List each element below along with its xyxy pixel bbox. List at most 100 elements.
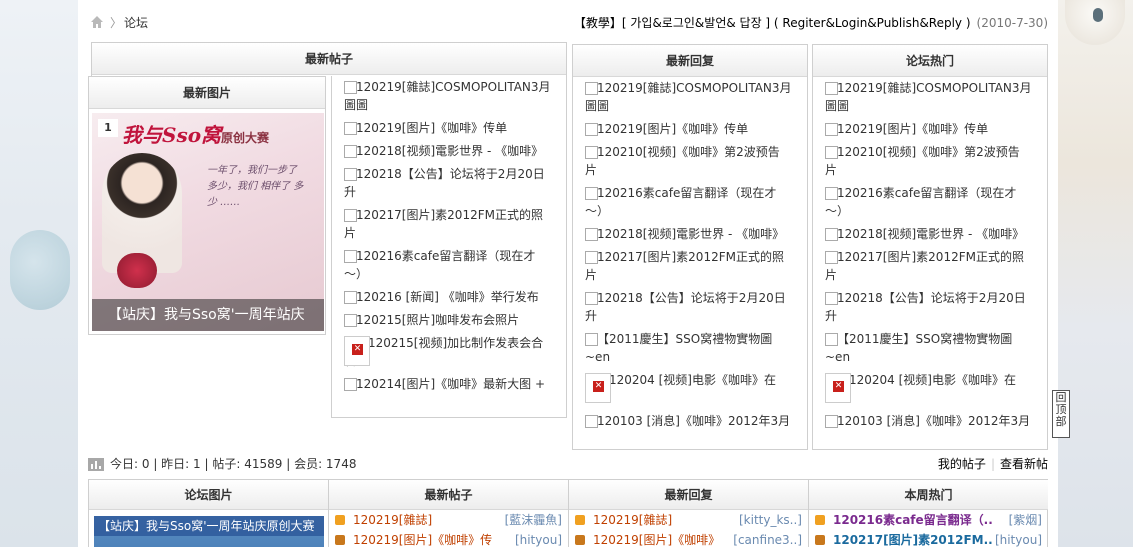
list-item-title-wrap[interactable]: ~en bbox=[825, 348, 1041, 366]
bottom-panel: 论坛图片 【站庆】我与Sso窝'一周年站庆原创大赛 最新帖子 120219[雜誌… bbox=[88, 479, 1048, 547]
list-item-title[interactable]: 120219[图片]《咖啡》传单 bbox=[597, 120, 801, 138]
back-to-top-button[interactable]: 回顶部 bbox=[1052, 390, 1070, 438]
list-item-title-wrap[interactable]: KBS bbox=[825, 389, 1041, 407]
list-item-title[interactable]: 120210[视频]《咖啡》第2波预告 bbox=[837, 143, 1041, 161]
list-item-title-wrap[interactable]: 圖圖 bbox=[344, 96, 560, 114]
list-item-title-wrap[interactable]: 圖圖 bbox=[585, 97, 801, 115]
list-item[interactable]: 120216素cafe留言翻译（现在才 ～） bbox=[332, 247, 566, 283]
list-item-title[interactable]: 120218[视频]電影世界 - 《咖啡》 bbox=[597, 225, 801, 243]
list-item[interactable]: 120217[图片]素2012FM.. [hityou] bbox=[809, 530, 1048, 547]
list-item[interactable]: 120219[图片]《咖啡》传单 bbox=[573, 120, 807, 138]
list-item[interactable]: 120219[图片]《咖啡》传 [hityou] bbox=[329, 530, 568, 547]
list-item[interactable]: 120216素cafe留言翻译（现在才 ～） bbox=[813, 184, 1047, 220]
list-item-title-wrap[interactable]: 升 bbox=[344, 183, 560, 201]
list-item-title[interactable]: 120214[图片]《咖啡》最新大图 + bbox=[356, 375, 560, 393]
list-item-title[interactable]: 120219[图片]《咖啡》传单 bbox=[356, 119, 560, 137]
list-item-title-wrap[interactable]: 辑 bbox=[344, 352, 560, 370]
slide-number[interactable]: 1 bbox=[98, 119, 118, 137]
list-item-title[interactable]: 120217[图片]素2012FM正式的照 bbox=[356, 206, 560, 224]
list-item[interactable]: 120218[视频]電影世界 - 《咖啡》 bbox=[573, 225, 807, 243]
latest-replies-list: 120219[雜誌]COSMOPOLITAN3月 圖圖 120219[图片]《咖啡》… bbox=[573, 77, 807, 430]
new-posts-link[interactable]: 查看新帖 bbox=[1000, 457, 1048, 471]
home-icon[interactable] bbox=[90, 15, 104, 29]
forum-pic-image[interactable]: 【站庆】我与Sso窝'一周年站庆原创大赛 bbox=[94, 516, 324, 547]
list-item[interactable]: 120210[视频]《咖啡》第2波预告片 bbox=[813, 143, 1047, 179]
list-item-title[interactable]: 120218[视频]電影世界 - 《咖啡》 bbox=[356, 142, 560, 160]
list-item-title[interactable]: 120210[视频]《咖啡》第2波预告 bbox=[597, 143, 801, 161]
list-item[interactable]: 120219[图片]《咖啡》传单 bbox=[332, 119, 566, 137]
list-item-title[interactable]: 120215[照片]咖啡发布会照片 bbox=[356, 311, 560, 329]
list-item[interactable]: 120217[图片]素2012FM正式的照片 bbox=[332, 206, 566, 242]
list-item-title-wrap[interactable]: 片 bbox=[344, 224, 560, 242]
list-item[interactable]: 120216 [新闻] 《咖啡》举行发布 bbox=[332, 288, 566, 306]
list-item-title-wrap[interactable]: 片 bbox=[825, 266, 1041, 284]
latest-posts-list: 120219[雜誌]COSMOPOLITAN3月 圖圖 120219[图片]《咖啡》… bbox=[332, 76, 566, 393]
latest-pics-panel: 最新图片 1 我与Sso窝原创大赛 一年了，我们一步了 多少，我们 相伴了 多少… bbox=[88, 76, 326, 335]
list-item[interactable]: 120216素cafe留言翻译（.. [紫烟] bbox=[809, 510, 1048, 530]
list-item-title-wrap[interactable]: 片 bbox=[825, 161, 1041, 179]
list-item-title-wrap[interactable]: KBS bbox=[585, 389, 801, 407]
list-item-title-wrap[interactable]: 片 bbox=[585, 266, 801, 284]
my-posts-link[interactable]: 我的帖子 bbox=[938, 457, 986, 471]
list-item[interactable]: 120204 [视频]电影《咖啡》在KBS bbox=[813, 371, 1047, 407]
breadcrumb-current[interactable]: 论坛 bbox=[124, 12, 148, 34]
list-item-title[interactable]: 120219[雜誌]COSMOPOLITAN3月 bbox=[597, 79, 801, 97]
list-item-title-wrap[interactable]: 片 bbox=[585, 161, 801, 179]
list-item[interactable]: 120210[视频]《咖啡》第2波预告片 bbox=[573, 143, 807, 179]
list-item-title[interactable]: 120215[视频]加比制作发表会合 bbox=[368, 334, 560, 352]
list-item-title[interactable]: 120217[图片]素2012FM正式的照 bbox=[837, 248, 1041, 266]
list-item-title[interactable]: 120217[图片]素2012FM正式的照 bbox=[597, 248, 801, 266]
list-item[interactable]: 120219[图片]《咖啡》传单 bbox=[813, 120, 1047, 138]
notice-link[interactable]: 【教學】[ 가입&로그인&발언& 답장 ] ( Regiter&Login&Pu… bbox=[574, 16, 971, 30]
list-item-title-wrap[interactable]: ～） bbox=[825, 202, 1041, 220]
list-item-title-wrap[interactable]: 圖圖 bbox=[825, 97, 1041, 115]
list-item[interactable]: 120214[图片]《咖啡》最新大图 + bbox=[332, 375, 566, 393]
list-item-title[interactable]: 120103 [消息]《咖啡》2012年3月 bbox=[837, 412, 1041, 430]
list-item[interactable]: 120218【公告】论坛将于2月20日升 bbox=[573, 289, 807, 325]
list-item[interactable]: 120103 [消息]《咖啡》2012年3月 bbox=[813, 412, 1047, 430]
list-item-title[interactable]: 120219[图片]《咖啡》传单 bbox=[837, 120, 1041, 138]
slideshow-image[interactable]: 1 我与Sso窝原创大赛 一年了，我们一步了 多少，我们 相伴了 多少 …… 【… bbox=[92, 113, 324, 331]
list-item[interactable]: 120217[图片]素2012FM正式的照片 bbox=[573, 248, 807, 284]
list-item-title[interactable]: 120218【公告】论坛将于2月20日 bbox=[597, 289, 801, 307]
list-item-title[interactable]: 120216素cafe留言翻译（现在才 bbox=[597, 184, 801, 202]
list-item-title-wrap[interactable]: 升 bbox=[585, 307, 801, 325]
list-item[interactable]: 120219[雜誌] [kitty_ks..] bbox=[569, 510, 808, 530]
list-item-title-wrap[interactable]: 升 bbox=[825, 307, 1041, 325]
list-item-title[interactable]: 120219[雜誌]COSMOPOLITAN3月 bbox=[837, 79, 1041, 97]
list-item-title[interactable]: 120218[视频]電影世界 - 《咖啡》 bbox=[837, 225, 1041, 243]
list-item[interactable]: 120219[雜誌]COSMOPOLITAN3月 圖圖 bbox=[332, 78, 566, 114]
list-item-title[interactable]: 120218【公告】论坛将于2月20日 bbox=[837, 289, 1041, 307]
list-item[interactable]: 120218[视频]電影世界 - 《咖啡》 bbox=[332, 142, 566, 160]
list-item-title[interactable]: 120204 [视频]电影《咖啡》在 bbox=[849, 371, 1041, 389]
list-item-title-wrap[interactable]: ～） bbox=[344, 265, 560, 283]
list-item[interactable]: 120103 [消息]《咖啡》2012年3月 bbox=[573, 412, 807, 430]
list-item-title-wrap[interactable]: ~en bbox=[585, 348, 801, 366]
forum-pic-caption[interactable]: 【站庆】我与Sso窝'一周年站庆原创大赛 bbox=[94, 516, 324, 536]
list-item[interactable]: 120219[雜誌]COSMOPOLITAN3月 圖圖 bbox=[813, 79, 1047, 115]
list-item-title[interactable]: 120216 [新闻] 《咖啡》举行发布 bbox=[356, 288, 560, 306]
list-item[interactable]: 120204 [视频]电影《咖啡》在KBS bbox=[573, 371, 807, 407]
list-item[interactable]: 【2011慶生】SSO窝禮物實物圖 ~en bbox=[813, 330, 1047, 366]
slide-caption[interactable]: 【站庆】我与Sso窝'一周年站庆 bbox=[92, 299, 324, 331]
list-item[interactable]: 120217[图片]素2012FM正式的照片 bbox=[813, 248, 1047, 284]
list-item[interactable]: 120219[雜誌] [藍沫霾魚] bbox=[329, 510, 568, 530]
list-item-title-wrap[interactable]: ～） bbox=[585, 202, 801, 220]
list-item[interactable]: 120218【公告】论坛将于2月20日升 bbox=[332, 165, 566, 201]
list-item-title[interactable]: 120204 [视频]电影《咖啡》在 bbox=[609, 371, 801, 389]
list-item[interactable]: 120219[雜誌]COSMOPOLITAN3月 圖圖 bbox=[573, 79, 807, 115]
list-item-title[interactable]: 120103 [消息]《咖啡》2012年3月 bbox=[597, 412, 801, 430]
list-item-title[interactable]: 120216素cafe留言翻译（现在才 bbox=[356, 247, 560, 265]
list-item[interactable]: 120216素cafe留言翻译（现在才 ～） bbox=[573, 184, 807, 220]
list-item[interactable]: 120218[视频]電影世界 - 《咖啡》 bbox=[813, 225, 1047, 243]
list-item[interactable]: 120218【公告】论坛将于2月20日升 bbox=[813, 289, 1047, 325]
list-item[interactable]: 120215[照片]咖啡发布会照片 bbox=[332, 311, 566, 329]
list-item[interactable]: 120219[图片]《咖啡》 [canfine3..] bbox=[569, 530, 808, 547]
list-item-title[interactable]: 【2011慶生】SSO窝禮物實物圖 bbox=[597, 330, 801, 348]
list-item[interactable]: 【2011慶生】SSO窝禮物實物圖 ~en bbox=[573, 330, 807, 366]
list-item-title[interactable]: 120216素cafe留言翻译（现在才 bbox=[837, 184, 1041, 202]
list-item[interactable]: 120215[视频]加比制作发表会合辑 bbox=[332, 334, 566, 370]
list-item-title[interactable]: 120218【公告】论坛将于2月20日 bbox=[356, 165, 560, 183]
list-item-title[interactable]: 120219[雜誌]COSMOPOLITAN3月 bbox=[356, 78, 560, 96]
list-item-title[interactable]: 【2011慶生】SSO窝禮物實物圖 bbox=[837, 330, 1041, 348]
